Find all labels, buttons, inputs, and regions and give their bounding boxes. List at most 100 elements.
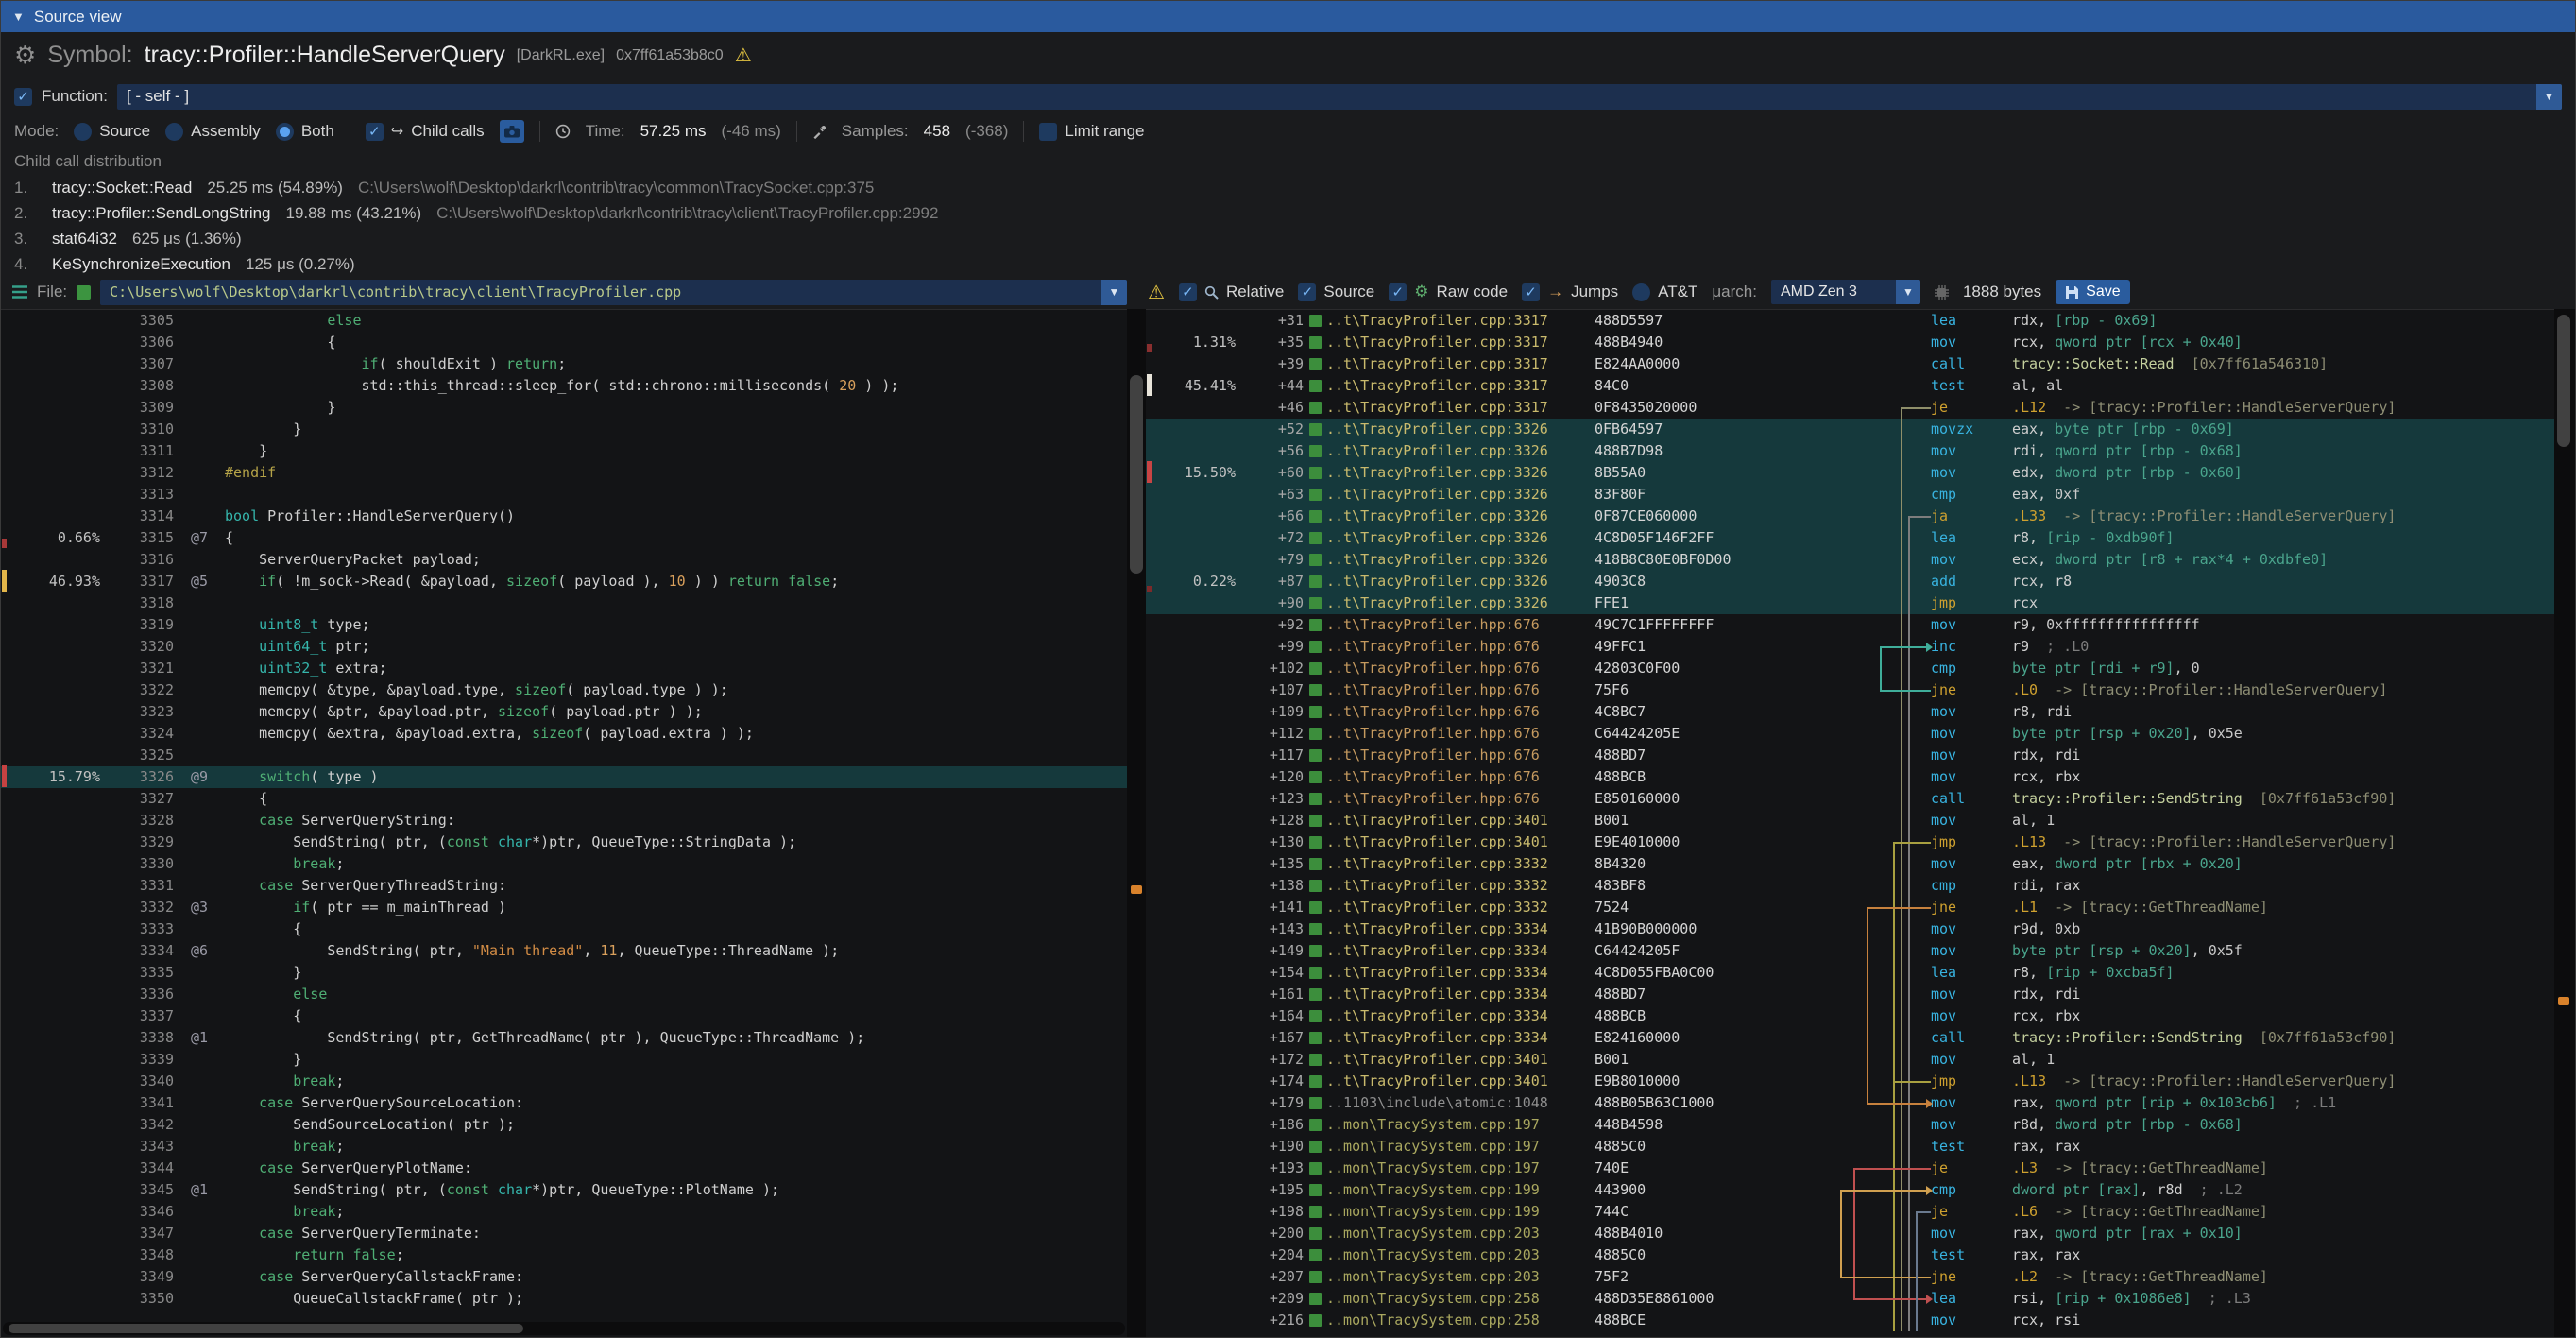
source-line[interactable]: 3305 else [1, 310, 1127, 332]
titlebar[interactable]: ▼ Source view [1, 1, 2575, 32]
source-line[interactable]: 3345 @1 SendString( ptr, (const char*)pt… [1, 1179, 1127, 1201]
asm-row[interactable]: +209 ..mon\TracySystem.cpp:258 488D35E88… [1146, 1288, 2554, 1310]
child-calls-checkbox[interactable]: ✓ ↪ Child calls [366, 122, 485, 141]
uarch-combo[interactable]: AMD Zen 3 ▼ [1771, 280, 1920, 304]
asm-row[interactable]: +39 ..t\TracyProfiler.cpp:3317 E824AA000… [1146, 353, 2554, 375]
source-vertical-scrollbar[interactable] [1127, 309, 1146, 1337]
source-line[interactable]: 3318 [1, 592, 1127, 614]
function-combo[interactable]: [ - self - ] ▼ [117, 84, 2562, 110]
asm-row[interactable]: +66 ..t\TracyProfiler.cpp:3326 0F87CE060… [1146, 506, 2554, 527]
asm-row[interactable]: 45.41% +44 ..t\TracyProfiler.cpp:3317 84… [1146, 375, 2554, 397]
source-line[interactable]: 3306 { [1, 332, 1127, 353]
asm-row[interactable]: +154 ..t\TracyProfiler.cpp:3334 4C8D055F… [1146, 962, 2554, 984]
source-checkbox[interactable]: ✓ Source [1298, 283, 1374, 301]
source-line[interactable]: 3319 uint8_t type; [1, 614, 1127, 636]
asm-row[interactable]: 0.22% +87 ..t\TracyProfiler.cpp:3326 490… [1146, 571, 2554, 592]
source-line[interactable]: 3341 case ServerQuerySourceLocation: [1, 1092, 1127, 1114]
asm-row[interactable]: +135 ..t\TracyProfiler.cpp:3332 8B4320 m… [1146, 853, 2554, 875]
child-call-row[interactable]: 2. tracy::Profiler::SendLongString 19.88… [14, 200, 2562, 226]
asm-row[interactable]: +167 ..t\TracyProfiler.cpp:3334 E8241600… [1146, 1027, 2554, 1049]
asm-row[interactable]: +102 ..t\TracyProfiler.hpp:676 42803C0F0… [1146, 658, 2554, 679]
asm-row[interactable]: 15.50% +60 ..t\TracyProfiler.cpp:3326 8B… [1146, 462, 2554, 484]
scrollbar-thumb[interactable] [9, 1324, 523, 1333]
asm-row[interactable]: +130 ..t\TracyProfiler.cpp:3401 E9E40100… [1146, 832, 2554, 853]
asm-row[interactable]: +112 ..t\TracyProfiler.hpp:676 C64424205… [1146, 723, 2554, 745]
source-line[interactable]: 3332 @3 if( ptr == m_mainThread ) [1, 897, 1127, 918]
source-line[interactable]: 15.79% 3326 @9 switch( type ) [1, 766, 1127, 788]
source-line[interactable]: 3333 { [1, 918, 1127, 940]
mode-radio-assembly[interactable]: Assembly [165, 122, 261, 141]
source-line[interactable]: 3308 std::this_thread::sleep_for( std::c… [1, 375, 1127, 397]
asm-row[interactable]: +90 ..t\TracyProfiler.cpp:3326 FFE1 jmp … [1146, 592, 2554, 614]
collapse-arrow-icon[interactable]: ▼ [12, 9, 25, 24]
asm-row[interactable]: +63 ..t\TracyProfiler.cpp:3326 83F80F cm… [1146, 484, 2554, 506]
source-line[interactable]: 3347 case ServerQueryTerminate: [1, 1223, 1127, 1244]
att-syntax-radio[interactable]: AT&T [1632, 283, 1697, 301]
asm-row[interactable]: +117 ..t\TracyProfiler.hpp:676 488BD7 mo… [1146, 745, 2554, 766]
source-line[interactable]: 3325 [1, 745, 1127, 766]
child-call-row[interactable]: 1. tracy::Socket::Read 25.25 ms (54.89%)… [14, 175, 2562, 200]
source-line[interactable]: 3331 case ServerQueryThreadString: [1, 875, 1127, 897]
asm-row[interactable]: +190 ..mon\TracySystem.cpp:197 4885C0 te… [1146, 1136, 2554, 1158]
source-line[interactable]: 3344 case ServerQueryPlotName: [1, 1158, 1127, 1179]
asm-row[interactable]: +31 ..t\TracyProfiler.cpp:3317 488D5597 … [1146, 310, 2554, 332]
mode-radio-source[interactable]: Source [74, 122, 150, 141]
source-line[interactable]: 3338 @1 SendString( ptr, GetThreadName( … [1, 1027, 1127, 1049]
asm-row[interactable]: +72 ..t\TracyProfiler.cpp:3326 4C8D05F14… [1146, 527, 2554, 549]
source-line[interactable]: 3309 } [1, 397, 1127, 419]
source-line[interactable]: 3348 return false; [1, 1244, 1127, 1266]
asm-row[interactable]: +46 ..t\TracyProfiler.cpp:3317 0F8435020… [1146, 397, 2554, 419]
source-line[interactable]: 3346 break; [1, 1201, 1127, 1223]
source-line[interactable]: 3311 } [1, 440, 1127, 462]
asm-row[interactable]: +107 ..t\TracyProfiler.hpp:676 75F6 jne … [1146, 679, 2554, 701]
source-line[interactable]: 3329 SendString( ptr, (const char*)ptr, … [1, 832, 1127, 853]
source-line[interactable]: 3349 case ServerQueryCallstackFrame: [1, 1266, 1127, 1288]
source-line[interactable]: 3314 bool Profiler::HandleServerQuery() [1, 506, 1127, 527]
source-line[interactable]: 3316 ServerQueryPacket payload; [1, 549, 1127, 571]
asm-row[interactable]: +79 ..t\TracyProfiler.cpp:3326 418B8C80E… [1146, 549, 2554, 571]
source-line[interactable]: 0.66% 3315 @7 { [1, 527, 1127, 549]
child-call-row[interactable]: 4. KeSynchronizeExecution 125 μs (0.27%) [14, 251, 2562, 275]
source-line[interactable]: 3322 memcpy( &type, &payload.type, sizeo… [1, 679, 1127, 701]
asm-row[interactable]: +52 ..t\TracyProfiler.cpp:3326 0FB64597 … [1146, 419, 2554, 440]
asm-row[interactable]: +174 ..t\TracyProfiler.cpp:3401 E9B80100… [1146, 1071, 2554, 1092]
asm-row[interactable]: +120 ..t\TracyProfiler.hpp:676 488BCB mo… [1146, 766, 2554, 788]
mode-radio-both[interactable]: Both [276, 122, 334, 141]
asm-row[interactable]: +198 ..mon\TracySystem.cpp:199 744C je .… [1146, 1201, 2554, 1223]
source-line[interactable]: 3343 break; [1, 1136, 1127, 1158]
scrollbar-thumb[interactable] [2557, 315, 2570, 447]
asm-row[interactable]: +56 ..t\TracyProfiler.cpp:3326 488B7D98 … [1146, 440, 2554, 462]
source-line[interactable]: 3327 { [1, 788, 1127, 810]
source-line[interactable]: 3320 uint64_t ptr; [1, 636, 1127, 658]
asm-row[interactable]: +92 ..t\TracyProfiler.hpp:676 49C7C1FFFF… [1146, 614, 2554, 636]
save-button[interactable]: Save [2056, 280, 2129, 304]
asm-row[interactable]: 1.31% +35 ..t\TracyProfiler.cpp:3317 488… [1146, 332, 2554, 353]
asm-row[interactable]: +161 ..t\TracyProfiler.cpp:3334 488BD7 m… [1146, 984, 2554, 1005]
source-line[interactable]: 3310 } [1, 419, 1127, 440]
source-line[interactable]: 3350 QueueCallstackFrame( ptr ); [1, 1288, 1127, 1310]
asm-row[interactable]: +179 ..1103\include\atomic:1048 488B05B6… [1146, 1092, 2554, 1114]
asm-row[interactable]: +200 ..mon\TracySystem.cpp:203 488B4010 … [1146, 1223, 2554, 1244]
source-line[interactable]: 46.93% 3317 @5 if( !m_sock->Read( &paylo… [1, 571, 1127, 592]
source-line[interactable]: 3334 @6 SendString( ptr, "Main thread", … [1, 940, 1127, 962]
asm-row[interactable]: +164 ..t\TracyProfiler.cpp:3334 488BCB m… [1146, 1005, 2554, 1027]
asm-row[interactable]: +207 ..mon\TracySystem.cpp:203 75F2 jne … [1146, 1266, 2554, 1288]
asm-row[interactable]: +172 ..t\TracyProfiler.cpp:3401 B001 mov… [1146, 1049, 2554, 1071]
source-line[interactable]: 3312 #endif [1, 462, 1127, 484]
source-line[interactable]: 3323 memcpy( &ptr, &payload.ptr, sizeof(… [1, 701, 1127, 723]
asm-row[interactable]: +138 ..t\TracyProfiler.cpp:3332 483BF8 c… [1146, 875, 2554, 897]
source-line[interactable]: 3340 break; [1, 1071, 1127, 1092]
asm-row[interactable]: +204 ..mon\TracySystem.cpp:203 4885C0 te… [1146, 1244, 2554, 1266]
jumps-checkbox[interactable]: ✓ → Jumps [1522, 283, 1618, 301]
asm-row[interactable]: +143 ..t\TracyProfiler.cpp:3334 41B90B00… [1146, 918, 2554, 940]
asm-row[interactable]: +128 ..t\TracyProfiler.cpp:3401 B001 mov… [1146, 810, 2554, 832]
asm-row[interactable]: +109 ..t\TracyProfiler.hpp:676 4C8BC7 mo… [1146, 701, 2554, 723]
assembly-vertical-scrollbar[interactable] [2554, 309, 2575, 1337]
raw-code-checkbox[interactable]: ✓ ⚙ Raw code [1389, 283, 1508, 301]
source-line[interactable]: 3335 } [1, 962, 1127, 984]
assembly-pane[interactable]: +31 ..t\TracyProfiler.cpp:3317 488D5597 … [1146, 309, 2554, 1337]
source-line[interactable]: 3328 case ServerQueryString: [1, 810, 1127, 832]
asm-row[interactable]: +195 ..mon\TracySystem.cpp:199 443900 cm… [1146, 1179, 2554, 1201]
source-horizontal-scrollbar[interactable] [3, 1322, 1125, 1335]
child-call-row[interactable]: 3. stat64i32 625 μs (1.36%) [14, 226, 2562, 251]
